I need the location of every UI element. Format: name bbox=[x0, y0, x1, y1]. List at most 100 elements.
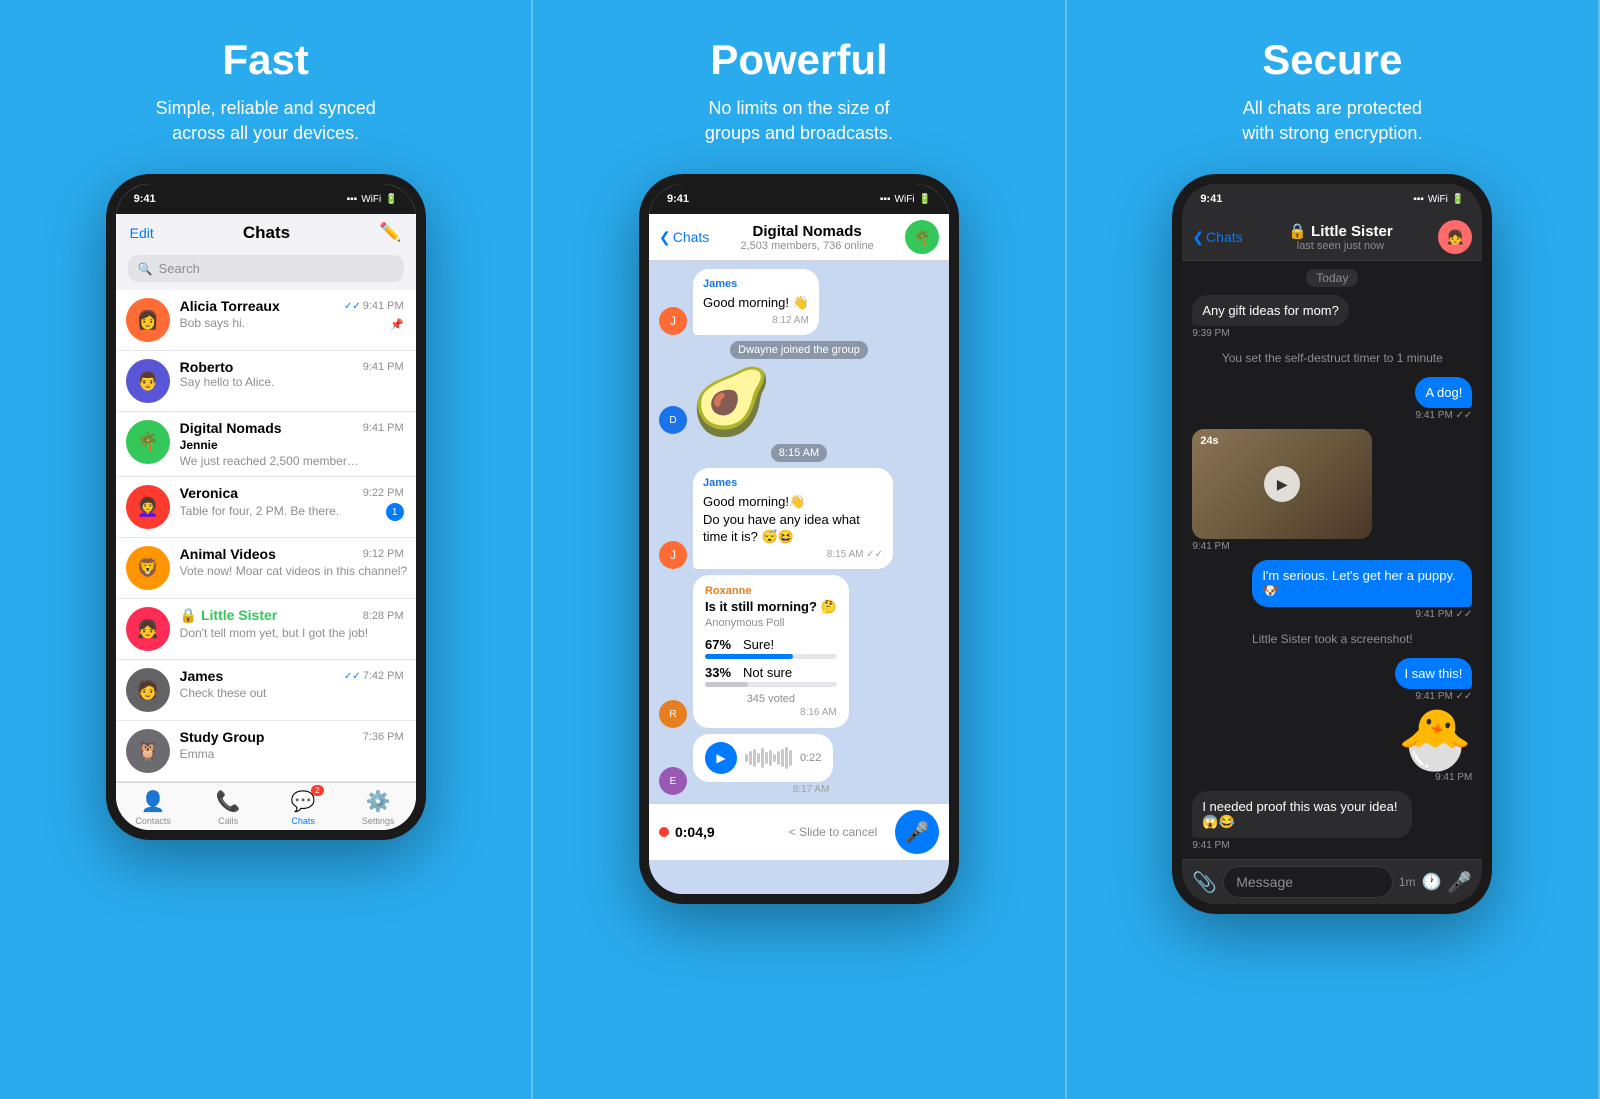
microphone-button[interactable]: 🎤 bbox=[895, 810, 939, 854]
chat-row: Study Group 7:36 PM bbox=[180, 729, 404, 745]
message-time: 9:41 PM bbox=[1435, 772, 1472, 783]
wifi-icon: WiFi bbox=[1428, 194, 1448, 205]
avatar: 🌴 bbox=[126, 420, 170, 464]
system-message: You set the self-destruct timer to 1 min… bbox=[1222, 347, 1443, 369]
status-icons-powerful: ▪▪▪ WiFi 🔋 bbox=[880, 194, 931, 205]
search-input-wrapper[interactable]: 🔍 Search bbox=[128, 255, 404, 282]
attachment-icon[interactable]: 📎 bbox=[1192, 870, 1217, 895]
tab-settings[interactable]: ⚙️ Settings bbox=[341, 789, 416, 826]
message-bubble: James Good morning!👋Do you have any idea… bbox=[693, 468, 893, 569]
sticker-emoji: 🐣 bbox=[1398, 710, 1473, 770]
group-members: 2,503 members, 736 online bbox=[715, 240, 899, 252]
chat-name: Alicia Torreaux bbox=[180, 298, 280, 314]
chat-row: Alicia Torreaux ✓✓ 9:41 PM bbox=[180, 298, 404, 314]
media-thumbnail[interactable]: 24s ▶ bbox=[1192, 429, 1372, 539]
poll-option-label: Sure! bbox=[743, 637, 774, 652]
wave-bar bbox=[761, 748, 764, 768]
poll-bubble: Roxanne Is it still morning? 🤔 Anonymous… bbox=[693, 575, 849, 728]
panel-fast-title: Fast bbox=[222, 36, 308, 84]
chat-preview: Bob says hi. bbox=[180, 316, 245, 330]
edit-button[interactable]: Edit bbox=[130, 225, 154, 241]
phone-secure-screen: ❮ Chats 🔒 Little Sister last seen just n… bbox=[1182, 214, 1482, 904]
contact-avatar[interactable]: 👧 bbox=[1438, 220, 1472, 254]
list-item[interactable]: 🦁 Animal Videos 9:12 PM Vote now! Moar c… bbox=[116, 538, 416, 599]
media-play-icon[interactable]: ▶ bbox=[1264, 466, 1300, 502]
panel-fast: Fast Simple, reliable and syncedacross a… bbox=[0, 0, 533, 1099]
chat-info: Alicia Torreaux ✓✓ 9:41 PM Bob says hi. … bbox=[180, 298, 404, 331]
date-divider: Today bbox=[1306, 269, 1358, 287]
status-bar-powerful: 9:41 ▪▪▪ WiFi 🔋 bbox=[649, 184, 949, 214]
list-item[interactable]: 👨 Roberto 9:41 PM Say hello to Alice. bbox=[116, 351, 416, 412]
chat-preview: Check these out bbox=[180, 686, 267, 700]
back-button[interactable]: ❮ Chats bbox=[1192, 229, 1242, 246]
poll-voted-count: 345 voted bbox=[705, 693, 837, 705]
system-message: Little Sister took a screenshot! bbox=[1252, 628, 1413, 650]
sender-avatar: R bbox=[659, 700, 687, 728]
signal-icon: ▪▪▪ bbox=[880, 194, 891, 205]
back-label: Chats bbox=[1206, 229, 1243, 245]
message-item: R Roxanne Is it still morning? 🤔 Anonymo… bbox=[659, 575, 939, 728]
poll-option-label: Not sure bbox=[743, 665, 792, 680]
message-time: 9:41 PM bbox=[1192, 541, 1229, 552]
chat-name: Animal Videos bbox=[180, 546, 276, 562]
sticker-message: 🐣 9:41 PM bbox=[1192, 710, 1472, 783]
list-item[interactable]: 👩 Alicia Torreaux ✓✓ 9:41 PM Bob says hi… bbox=[116, 290, 416, 351]
message-time: 9:41 PM ✓✓ bbox=[1416, 609, 1473, 620]
pin-icon: 📌 bbox=[390, 318, 404, 331]
message-bubble: A dog! bbox=[1415, 377, 1472, 408]
signal-icon: ▪▪▪ bbox=[347, 194, 358, 205]
group-messages: J James Good morning! 👋 8:12 AM Dwayne j… bbox=[649, 261, 949, 803]
list-item[interactable]: 🦉 Study Group 7:36 PM Emma bbox=[116, 721, 416, 782]
phone-secure: 9:41 ▪▪▪ WiFi 🔋 ❮ Chats 🔒 Little Sister … bbox=[1172, 174, 1492, 914]
notch-powerful bbox=[739, 184, 859, 212]
tab-calls[interactable]: 📞 Calls bbox=[191, 789, 266, 826]
chat-info: James ✓✓ 7:42 PM Check these out bbox=[180, 668, 404, 702]
play-button[interactable]: ▶ bbox=[705, 742, 737, 774]
chevron-left-icon: ❮ bbox=[659, 229, 671, 246]
chat-info: Veronica 9:22 PM Table for four, 2 PM. B… bbox=[180, 485, 404, 521]
bubble-time: 8:16 AM bbox=[705, 707, 837, 718]
message-input[interactable]: Message bbox=[1223, 866, 1393, 898]
sender-avatar: J bbox=[659, 307, 687, 335]
chat-name: Study Group bbox=[180, 729, 265, 745]
wave-bar bbox=[757, 753, 760, 763]
chat-list: 👩 Alicia Torreaux ✓✓ 9:41 PM Bob says hi… bbox=[116, 290, 416, 782]
chat-time: ✓✓ 9:41 PM bbox=[344, 300, 404, 312]
microphone-icon[interactable]: 🎤 bbox=[1447, 870, 1472, 895]
back-button[interactable]: ❮ Chats bbox=[659, 229, 709, 246]
message-bubble: Any gift ideas for mom? bbox=[1192, 295, 1349, 326]
message-time: 9:39 PM bbox=[1192, 328, 1229, 339]
chat-preview: Vote now! Moar cat videos in this channe… bbox=[180, 564, 407, 578]
check-icon: ✓✓ bbox=[344, 301, 361, 312]
chats-icon: 💬 bbox=[291, 791, 316, 813]
chat-info: Study Group 7:36 PM Emma bbox=[180, 729, 404, 763]
list-item[interactable]: 👩‍🦱 Veronica 9:22 PM Table for four, 2 P… bbox=[116, 477, 416, 538]
group-avatar[interactable]: 🌴 bbox=[905, 220, 939, 254]
chat-name: Veronica bbox=[180, 485, 238, 501]
self-destruct-timer: 1m bbox=[1399, 875, 1416, 889]
poll-option-row: 33% Not sure bbox=[705, 665, 837, 680]
message-bubble: James Good morning! 👋 8:12 AM bbox=[693, 269, 819, 335]
group-name: Digital Nomads bbox=[715, 223, 899, 240]
list-item[interactable]: 🌴 Digital Nomads 9:41 PM Jennie We just … bbox=[116, 412, 416, 477]
chat-name: James bbox=[180, 668, 224, 684]
list-item[interactable]: 🧑 James ✓✓ 7:42 PM Check these out bbox=[116, 660, 416, 721]
message-item: 24s ▶ 9:41 PM bbox=[1192, 429, 1472, 552]
recording-dot bbox=[659, 827, 669, 837]
chat-name: 🔒 Little Sister bbox=[1249, 222, 1433, 240]
tab-contacts[interactable]: 👤 Contacts bbox=[116, 789, 191, 826]
wave-bar bbox=[753, 749, 756, 767]
chat-row: Roberto 9:41 PM bbox=[180, 359, 404, 375]
bubble-text: Good morning! 👋 bbox=[703, 294, 809, 312]
panel-secure-subtitle: All chats are protectedwith strong encry… bbox=[1242, 96, 1422, 146]
tab-chats[interactable]: 💬 2 Chats bbox=[266, 789, 341, 826]
list-item[interactable]: 👧 🔒 Little Sister 8:28 PM Don't tell mom… bbox=[116, 599, 416, 660]
compose-button[interactable]: ✏️ bbox=[379, 222, 401, 243]
voice-bubble: ▶ bbox=[693, 734, 833, 782]
phone-fast: 9:41 ▪▪▪ WiFi 🔋 Edit Chats ✏️ 🔍 Search bbox=[106, 174, 426, 840]
poll-sender: Roxanne bbox=[705, 585, 837, 597]
avatar: 👩 bbox=[126, 298, 170, 342]
bubble-sender: James bbox=[703, 277, 809, 292]
wave-bar bbox=[777, 751, 780, 765]
phone-fast-screen: Edit Chats ✏️ 🔍 Search 👩 Alicia Tor bbox=[116, 214, 416, 830]
